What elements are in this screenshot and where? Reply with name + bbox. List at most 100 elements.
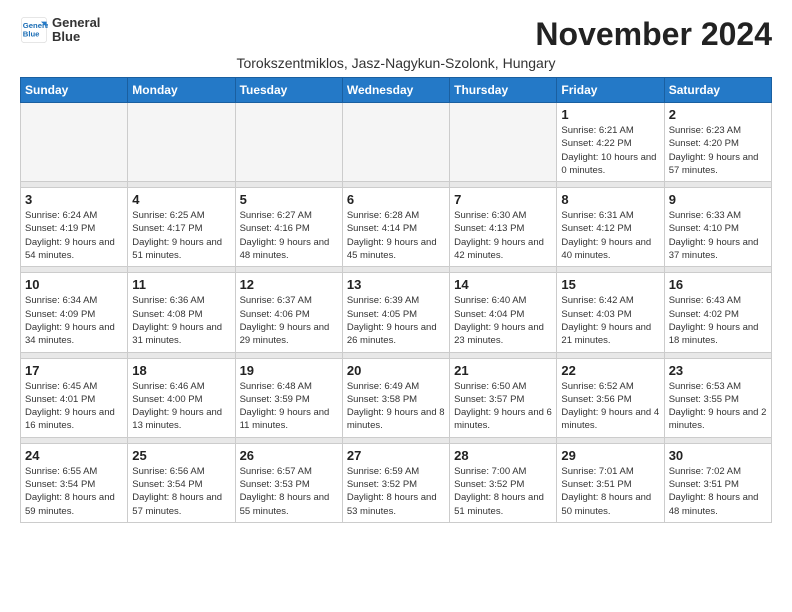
day-number: 19	[240, 363, 338, 378]
day-cell-3-2: 19 Sunrise: 6:48 AM Sunset: 3:59 PM Dayli…	[235, 358, 342, 437]
page: General Blue General Blue November 2024 …	[0, 0, 792, 533]
header: General Blue General Blue November 2024	[20, 16, 772, 53]
day-cell-0-4	[450, 103, 557, 182]
day-cell-1-3: 6 Sunrise: 6:28 AM Sunset: 4:14 PM Daylig…	[342, 188, 449, 267]
day-cell-0-1	[128, 103, 235, 182]
day-info: Sunrise: 6:56 AM Sunset: 3:54 PM Dayligh…	[132, 465, 230, 518]
svg-text:Blue: Blue	[23, 30, 40, 39]
header-monday: Monday	[128, 78, 235, 103]
day-info: Sunrise: 7:01 AM Sunset: 3:51 PM Dayligh…	[561, 465, 659, 518]
day-number: 10	[25, 277, 123, 292]
day-cell-1-2: 5Sunrise: 6:27 AM Sunset: 4:16 PM Daylig…	[235, 188, 342, 267]
title-block: November 2024	[535, 16, 772, 53]
day-cell-2-4: 14 Sunrise: 6:40 AM Sunset: 4:04 PM Dayli…	[450, 273, 557, 352]
day-info: Sunrise: 6:42 AM Sunset: 4:03 PM Dayligh…	[561, 294, 659, 347]
day-cell-3-3: 20Sunrise: 6:49 AM Sunset: 3:58 PM Dayli…	[342, 358, 449, 437]
day-number: 9	[669, 192, 767, 207]
day-info: Sunrise: 6:55 AM Sunset: 3:54 PM Dayligh…	[25, 465, 123, 518]
day-number: 8	[561, 192, 659, 207]
week-row-2: 3Sunrise: 6:24 AM Sunset: 4:19 PM Daylig…	[21, 188, 772, 267]
logo-line2: Blue	[52, 30, 100, 44]
header-wednesday: Wednesday	[342, 78, 449, 103]
day-info: Sunrise: 6:39 AM Sunset: 4:05 PM Dayligh…	[347, 294, 445, 347]
day-number: 11	[132, 277, 230, 292]
day-info: Sunrise: 6:33 AM Sunset: 4:10 PM Dayligh…	[669, 209, 767, 262]
day-cell-3-4: 21Sunrise: 6:50 AM Sunset: 3:57 PM Dayli…	[450, 358, 557, 437]
logo-icon: General Blue	[20, 16, 48, 44]
day-number: 7	[454, 192, 552, 207]
day-info: Sunrise: 6:24 AM Sunset: 4:19 PM Dayligh…	[25, 209, 123, 262]
day-info: Sunrise: 6:31 AM Sunset: 4:12 PM Dayligh…	[561, 209, 659, 262]
day-info: Sunrise: 6:45 AM Sunset: 4:01 PM Dayligh…	[25, 380, 123, 433]
day-number: 20	[347, 363, 445, 378]
day-number: 6	[347, 192, 445, 207]
day-number: 30	[669, 448, 767, 463]
day-number: 2	[669, 107, 767, 122]
day-cell-1-1: 4 Sunrise: 6:25 AM Sunset: 4:17 PM Daylig…	[128, 188, 235, 267]
header-tuesday: Tuesday	[235, 78, 342, 103]
day-info: Sunrise: 6:23 AM Sunset: 4:20 PM Dayligh…	[669, 124, 767, 177]
day-info: Sunrise: 6:27 AM Sunset: 4:16 PM Dayligh…	[240, 209, 338, 262]
day-cell-4-1: 25 Sunrise: 6:56 AM Sunset: 3:54 PM Dayli…	[128, 443, 235, 522]
day-info: Sunrise: 6:28 AM Sunset: 4:14 PM Dayligh…	[347, 209, 445, 262]
weekday-header-row: Sunday Monday Tuesday Wednesday Thursday…	[21, 78, 772, 103]
day-cell-2-1: 11 Sunrise: 6:36 AM Sunset: 4:08 PM Dayli…	[128, 273, 235, 352]
logo-text: General Blue	[52, 16, 100, 45]
day-info: Sunrise: 6:43 AM Sunset: 4:02 PM Dayligh…	[669, 294, 767, 347]
day-info: Sunrise: 6:34 AM Sunset: 4:09 PM Dayligh…	[25, 294, 123, 347]
day-info: Sunrise: 6:25 AM Sunset: 4:17 PM Dayligh…	[132, 209, 230, 262]
header-saturday: Saturday	[664, 78, 771, 103]
day-cell-1-0: 3Sunrise: 6:24 AM Sunset: 4:19 PM Daylig…	[21, 188, 128, 267]
day-info: Sunrise: 6:30 AM Sunset: 4:13 PM Dayligh…	[454, 209, 552, 262]
day-cell-0-6: 2 Sunrise: 6:23 AM Sunset: 4:20 PM Daylig…	[664, 103, 771, 182]
day-cell-1-4: 7 Sunrise: 6:30 AM Sunset: 4:13 PM Daylig…	[450, 188, 557, 267]
day-number: 23	[669, 363, 767, 378]
day-info: Sunrise: 6:46 AM Sunset: 4:00 PM Dayligh…	[132, 380, 230, 433]
day-cell-0-2	[235, 103, 342, 182]
day-number: 1	[561, 107, 659, 122]
week-row-3: 10 Sunrise: 6:34 AM Sunset: 4:09 PM Dayli…	[21, 273, 772, 352]
day-cell-2-3: 13 Sunrise: 6:39 AM Sunset: 4:05 PM Dayli…	[342, 273, 449, 352]
day-number: 15	[561, 277, 659, 292]
day-number: 16	[669, 277, 767, 292]
day-cell-4-6: 30Sunrise: 7:02 AM Sunset: 3:51 PM Dayli…	[664, 443, 771, 522]
logo-line1: General	[52, 16, 100, 30]
day-cell-2-5: 15 Sunrise: 6:42 AM Sunset: 4:03 PM Dayli…	[557, 273, 664, 352]
day-info: Sunrise: 6:36 AM Sunset: 4:08 PM Dayligh…	[132, 294, 230, 347]
day-cell-0-5: 1 Sunrise: 6:21 AM Sunset: 4:22 PM Daylig…	[557, 103, 664, 182]
day-cell-1-5: 8 Sunrise: 6:31 AM Sunset: 4:12 PM Daylig…	[557, 188, 664, 267]
day-info: Sunrise: 6:59 AM Sunset: 3:52 PM Dayligh…	[347, 465, 445, 518]
day-info: Sunrise: 7:00 AM Sunset: 3:52 PM Dayligh…	[454, 465, 552, 518]
subtitle: Torokszentmiklos, Jasz-Nagykun-Szolonk, …	[20, 55, 772, 71]
day-number: 22	[561, 363, 659, 378]
header-friday: Friday	[557, 78, 664, 103]
day-number: 4	[132, 192, 230, 207]
day-cell-0-0	[21, 103, 128, 182]
day-cell-4-2: 26Sunrise: 6:57 AM Sunset: 3:53 PM Dayli…	[235, 443, 342, 522]
day-number: 12	[240, 277, 338, 292]
day-number: 29	[561, 448, 659, 463]
day-cell-2-6: 16 Sunrise: 6:43 AM Sunset: 4:02 PM Dayli…	[664, 273, 771, 352]
day-number: 27	[347, 448, 445, 463]
day-info: Sunrise: 6:48 AM Sunset: 3:59 PM Dayligh…	[240, 380, 338, 433]
day-number: 25	[132, 448, 230, 463]
day-info: Sunrise: 6:53 AM Sunset: 3:55 PM Dayligh…	[669, 380, 767, 433]
day-info: Sunrise: 6:37 AM Sunset: 4:06 PM Dayligh…	[240, 294, 338, 347]
day-cell-4-0: 24 Sunrise: 6:55 AM Sunset: 3:54 PM Dayli…	[21, 443, 128, 522]
day-number: 18	[132, 363, 230, 378]
day-cell-3-0: 17 Sunrise: 6:45 AM Sunset: 4:01 PM Dayli…	[21, 358, 128, 437]
day-info: Sunrise: 6:21 AM Sunset: 4:22 PM Dayligh…	[561, 124, 659, 177]
day-number: 17	[25, 363, 123, 378]
header-sunday: Sunday	[21, 78, 128, 103]
day-info: Sunrise: 6:57 AM Sunset: 3:53 PM Dayligh…	[240, 465, 338, 518]
logo: General Blue General Blue	[20, 16, 100, 45]
day-cell-4-5: 29 Sunrise: 7:01 AM Sunset: 3:51 PM Dayli…	[557, 443, 664, 522]
week-row-5: 24 Sunrise: 6:55 AM Sunset: 3:54 PM Dayli…	[21, 443, 772, 522]
day-number: 24	[25, 448, 123, 463]
day-number: 14	[454, 277, 552, 292]
day-info: Sunrise: 6:40 AM Sunset: 4:04 PM Dayligh…	[454, 294, 552, 347]
day-cell-0-3	[342, 103, 449, 182]
day-cell-1-6: 9 Sunrise: 6:33 AM Sunset: 4:10 PM Daylig…	[664, 188, 771, 267]
day-number: 13	[347, 277, 445, 292]
day-cell-3-6: 23 Sunrise: 6:53 AM Sunset: 3:55 PM Dayli…	[664, 358, 771, 437]
